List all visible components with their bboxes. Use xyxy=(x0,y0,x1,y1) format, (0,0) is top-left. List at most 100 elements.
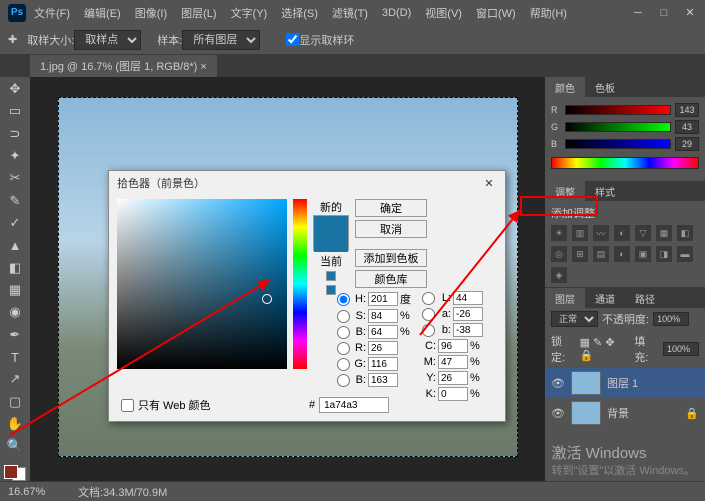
adj-hue-icon[interactable]: ▦ xyxy=(656,225,672,241)
saturation-box[interactable] xyxy=(117,199,287,369)
m-input[interactable] xyxy=(438,355,468,369)
tab-color[interactable]: 颜色 xyxy=(545,77,585,97)
websafe-swatch[interactable] xyxy=(326,285,336,295)
ok-button[interactable]: 确定 xyxy=(355,199,427,217)
stamp-tool-icon[interactable]: ▲ xyxy=(4,237,26,253)
hex-input[interactable] xyxy=(319,397,389,413)
r-value[interactable] xyxy=(675,103,699,117)
path-tool-icon[interactable]: ↗ xyxy=(4,371,26,387)
adj-invert-icon[interactable]: ◐ xyxy=(614,246,630,262)
r-slider[interactable] xyxy=(565,105,671,115)
dialog-titlebar[interactable]: 拾色器（前景色） ✕ xyxy=(109,171,505,195)
menu-edit[interactable]: 编辑(E) xyxy=(84,5,121,21)
b-input[interactable] xyxy=(368,373,398,387)
adj-bw-icon[interactable]: ◧ xyxy=(677,225,693,241)
k-input[interactable] xyxy=(438,387,468,401)
tab-swatches[interactable]: 色板 xyxy=(585,77,625,97)
blend-mode-select[interactable]: 正常 xyxy=(551,311,598,327)
c-input[interactable] xyxy=(438,339,468,353)
adj-photo-filter-icon[interactable]: ◎ xyxy=(551,246,567,262)
blab-radio[interactable] xyxy=(422,324,435,337)
eraser-tool-icon[interactable]: ◧ xyxy=(4,260,26,276)
spectrum-bar[interactable] xyxy=(551,157,699,169)
saturation-cursor[interactable] xyxy=(262,294,272,304)
opacity-input[interactable] xyxy=(653,312,689,326)
blab-input[interactable] xyxy=(453,323,483,337)
menu-help[interactable]: 帮助(H) xyxy=(530,5,567,21)
add-swatch-button[interactable]: 添加到色板 xyxy=(355,249,427,267)
lock-icons[interactable]: ▦ ✎ ✥ 🔒 xyxy=(580,336,631,362)
hue-slider[interactable] xyxy=(293,199,307,369)
adj-lookup-icon[interactable]: ▤ xyxy=(593,246,609,262)
menu-3d[interactable]: 3D(D) xyxy=(382,7,411,19)
fg-bg-swatch[interactable] xyxy=(4,465,26,481)
cancel-button[interactable]: 取消 xyxy=(355,220,427,238)
marquee-tool-icon[interactable]: ▭ xyxy=(4,103,26,119)
b-slider[interactable] xyxy=(565,139,671,149)
adj-brightness-icon[interactable]: ☀ xyxy=(551,225,567,241)
zoom-level[interactable]: 16.67% xyxy=(8,486,58,498)
blur-tool-icon[interactable]: ◉ xyxy=(4,304,26,320)
lasso-tool-icon[interactable]: ⊃ xyxy=(4,126,26,142)
tab-channels[interactable]: 通道 xyxy=(585,288,625,308)
pen-tool-icon[interactable]: ✒ xyxy=(4,327,26,343)
adj-mixer-icon[interactable]: ⊞ xyxy=(572,246,588,262)
document-tab[interactable]: 1.jpg @ 16.7% (图层 1, RGB/8*) × xyxy=(30,55,217,77)
adj-exposure-icon[interactable]: ◐ xyxy=(614,225,630,241)
s-radio[interactable] xyxy=(337,310,350,323)
g-input[interactable] xyxy=(368,357,398,371)
layer-row-bg[interactable]: 👁 背景 🔒 xyxy=(545,398,705,428)
adj-levels-icon[interactable]: ▥ xyxy=(572,225,588,241)
text-tool-icon[interactable]: T xyxy=(4,349,26,365)
h-radio[interactable] xyxy=(337,293,350,306)
maximize-button[interactable]: □ xyxy=(657,6,671,20)
y-input[interactable] xyxy=(438,371,468,385)
tab-paths[interactable]: 路径 xyxy=(625,288,665,308)
r-radio[interactable] xyxy=(337,342,350,355)
g-radio[interactable] xyxy=(337,358,350,371)
dialog-close-button[interactable]: ✕ xyxy=(481,175,497,191)
move-tool-icon[interactable]: ✥ xyxy=(4,81,26,97)
magic-wand-tool-icon[interactable]: ✦ xyxy=(4,148,26,164)
adj-vibrance-icon[interactable]: ▽ xyxy=(635,225,651,241)
foreground-color[interactable] xyxy=(4,465,18,479)
fill-input[interactable] xyxy=(663,342,699,356)
g-value[interactable] xyxy=(675,120,699,134)
menu-view[interactable]: 视图(V) xyxy=(425,5,462,21)
adj-threshold-icon[interactable]: ◨ xyxy=(656,246,672,262)
gradient-tool-icon[interactable]: ▦ xyxy=(4,282,26,298)
menu-window[interactable]: 窗口(W) xyxy=(476,5,516,21)
g-slider[interactable] xyxy=(565,122,671,132)
menu-filter[interactable]: 滤镜(T) xyxy=(332,5,368,21)
visibility-icon[interactable]: 👁 xyxy=(551,377,565,390)
b-radio[interactable] xyxy=(337,326,350,339)
sample-select[interactable]: 所有图层 xyxy=(182,30,260,50)
adj-selective-icon[interactable]: ◈ xyxy=(551,267,567,283)
adj-posterize-icon[interactable]: ▣ xyxy=(635,246,651,262)
zoom-tool-icon[interactable]: 🔍 xyxy=(4,438,26,454)
minimize-button[interactable]: ─ xyxy=(631,6,645,20)
b-value[interactable] xyxy=(675,137,699,151)
close-button[interactable]: ✕ xyxy=(683,6,697,20)
menu-select[interactable]: 选择(S) xyxy=(281,5,318,21)
adj-curves-icon[interactable]: 〰 xyxy=(593,225,609,241)
menu-text[interactable]: 文字(Y) xyxy=(231,5,268,21)
bpct-input[interactable] xyxy=(368,325,398,339)
h-input[interactable] xyxy=(368,292,398,306)
tab-adjustments[interactable]: 调整 xyxy=(545,181,585,201)
hand-tool-icon[interactable]: ✋ xyxy=(4,416,26,432)
sample-size-select[interactable]: 取样点 xyxy=(74,30,141,50)
show-ring-checkbox[interactable] xyxy=(286,33,299,46)
tab-layers[interactable]: 图层 xyxy=(545,288,585,308)
s-input[interactable] xyxy=(368,309,398,323)
layer-row-1[interactable]: 👁 图层 1 xyxy=(545,368,705,398)
color-lib-button[interactable]: 颜色库 xyxy=(355,270,427,288)
warning-swatch[interactable] xyxy=(326,271,336,281)
crop-tool-icon[interactable]: ✂ xyxy=(4,170,26,186)
a-radio[interactable] xyxy=(422,308,435,321)
a-input[interactable] xyxy=(453,307,483,321)
tab-styles[interactable]: 样式 xyxy=(585,181,625,201)
menu-layer[interactable]: 图层(L) xyxy=(181,5,216,21)
eyedropper-tool-icon[interactable]: ✎ xyxy=(4,193,26,209)
web-only-checkbox[interactable] xyxy=(121,399,134,412)
